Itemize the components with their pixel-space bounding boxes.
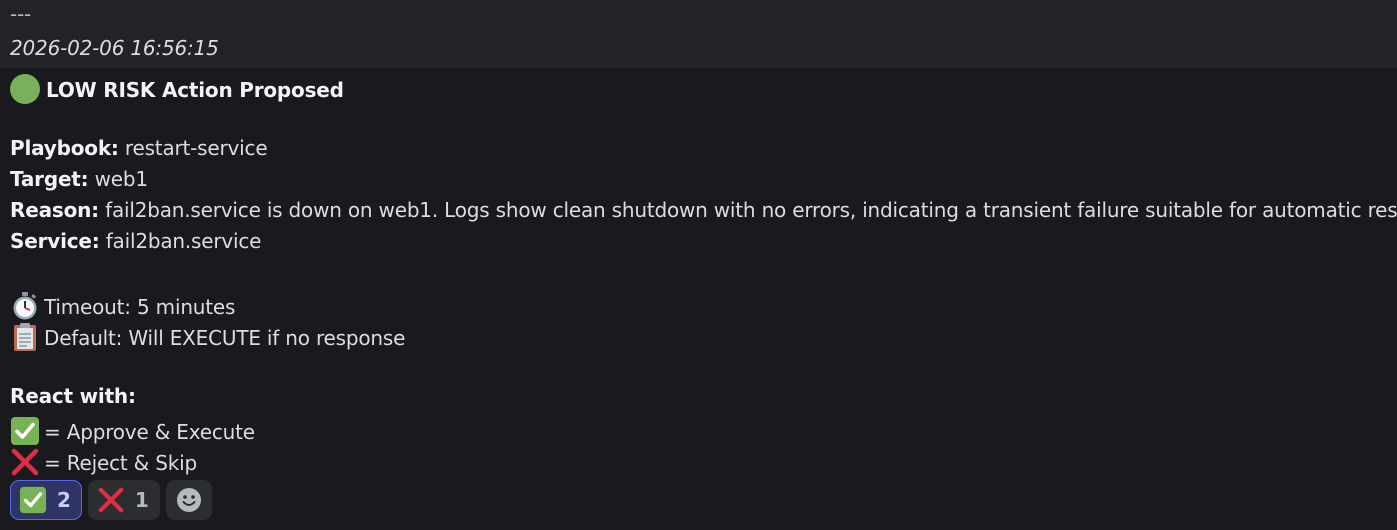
reaction-approve-button[interactable]: 2 (10, 480, 82, 520)
field-label: Service: (10, 229, 100, 253)
field-label: Reason: (10, 198, 99, 222)
field-value: restart-service (118, 136, 268, 160)
field-service: Service: fail2ban.service (10, 229, 261, 253)
field-target: Target: web1 (10, 167, 148, 191)
check-mark-icon (11, 417, 39, 445)
reaction-bar: 2 1 (10, 480, 212, 520)
cross-mark-icon (11, 448, 39, 476)
check-mark-icon (19, 486, 47, 514)
field-playbook: Playbook: restart-service (10, 136, 268, 160)
timeout-line: Timeout: 5 minutes (10, 291, 235, 321)
timeout-text: Timeout: 5 minutes (44, 295, 236, 319)
reaction-count: 1 (134, 488, 149, 512)
approve-text: = Approve & Execute (44, 420, 255, 444)
separator-text: --- (10, 2, 32, 26)
reaction-reject-button[interactable]: 1 (87, 480, 160, 520)
default-line: Default: Will EXECUTE if no response (10, 322, 405, 352)
stopwatch-icon (13, 292, 37, 320)
risk-title-text: LOW RISK Action Proposed (46, 78, 344, 102)
reject-text: = Reject & Skip (44, 451, 197, 475)
cross-mark-icon (98, 487, 124, 513)
field-label: Playbook: (10, 136, 119, 160)
field-value: fail2ban.service (99, 229, 262, 253)
field-value: web1 (88, 167, 148, 191)
approve-line: = Approve & Execute (10, 416, 255, 446)
react-heading: React with: (10, 384, 136, 408)
reject-line: = Reject & Skip (10, 447, 197, 477)
field-reason: Reason: fail2ban.service is down on web1… (10, 198, 1397, 222)
default-text: Default: Will EXECUTE if no response (44, 326, 406, 350)
timestamp: 2026-02-06 16:56:15 (10, 36, 219, 60)
reaction-count: 2 (57, 488, 71, 512)
green-circle-icon (10, 74, 40, 104)
clipboard-icon (14, 323, 36, 351)
smiley-face-icon (176, 488, 201, 512)
risk-title: LOW RISK Action Proposed (10, 74, 344, 104)
field-label: Target: (10, 167, 89, 191)
add-reaction-button[interactable] (165, 480, 212, 520)
field-value: fail2ban.service is down on web1. Logs s… (98, 198, 1397, 222)
